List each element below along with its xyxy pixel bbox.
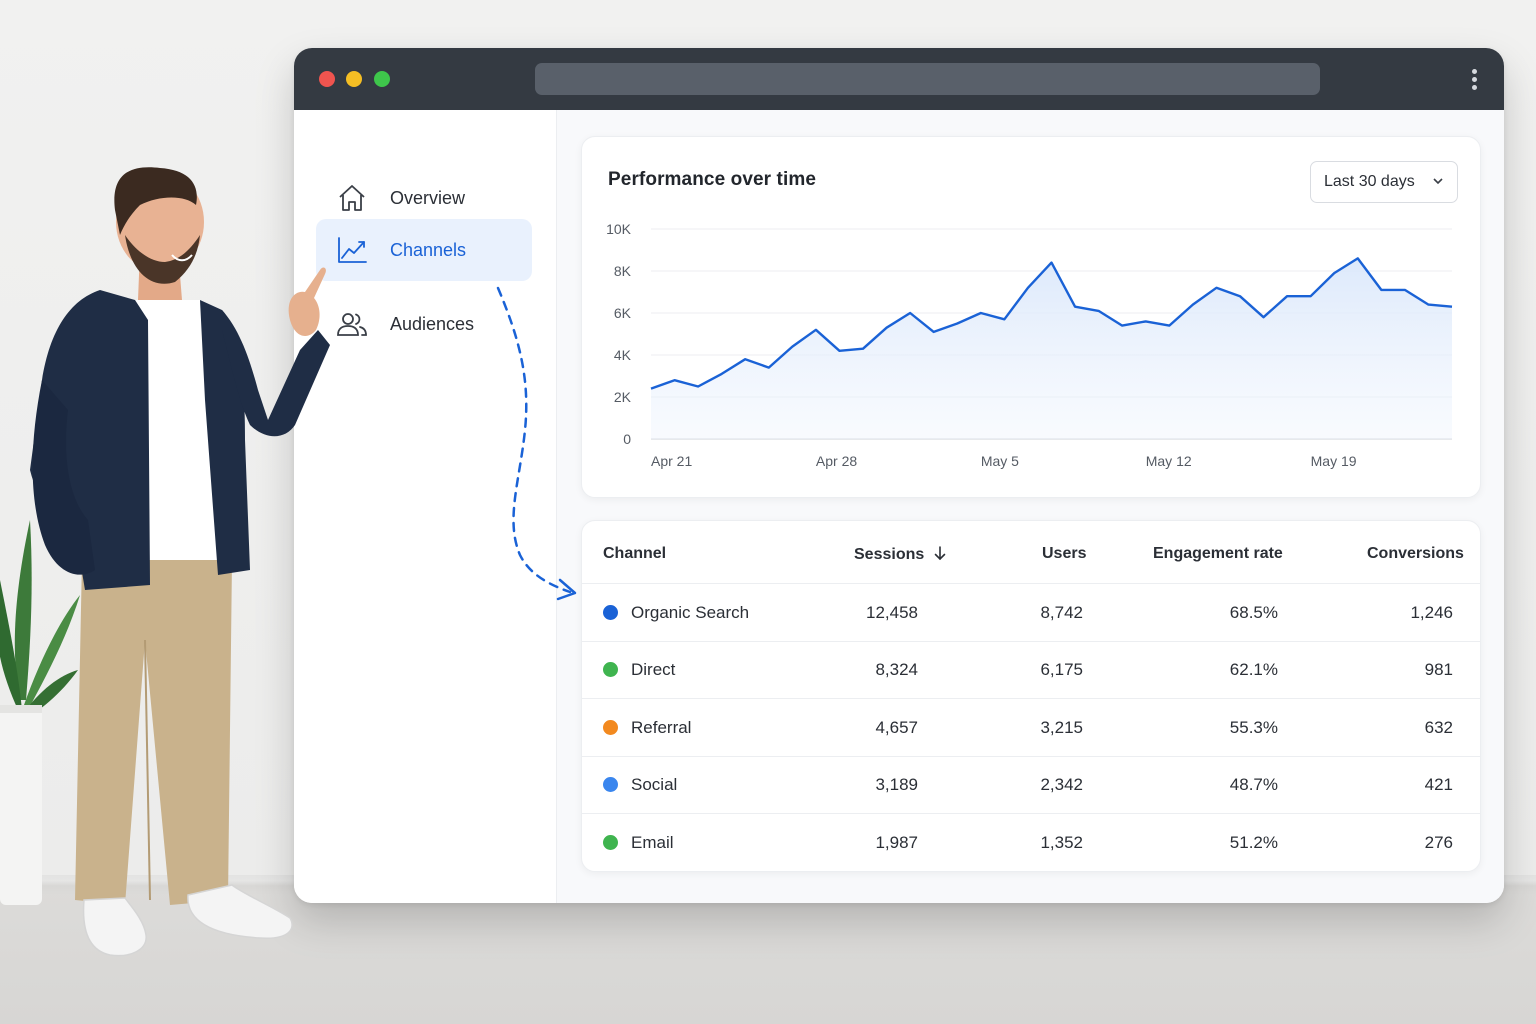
channels-table: Channel Sessions Users Engagement rate C… bbox=[581, 520, 1481, 872]
y-tick-label: 2K bbox=[614, 389, 632, 405]
x-tick-label: Apr 21 bbox=[651, 453, 692, 469]
cell-users: 3,215 bbox=[1040, 717, 1083, 737]
maximize-window-button[interactable] bbox=[374, 71, 390, 87]
person-illustration bbox=[30, 167, 330, 957]
y-tick-label: 0 bbox=[623, 431, 631, 447]
channel-color-dot bbox=[603, 605, 618, 620]
cell-conversions: 632 bbox=[1424, 717, 1453, 737]
channel-color-dot bbox=[603, 662, 618, 678]
cell-engagement-rate: 62.1% bbox=[1229, 660, 1278, 680]
cell-channel: Organic Search bbox=[631, 603, 750, 622]
column-header-users[interactable]: Users bbox=[1042, 545, 1086, 563]
cell-engagement-rate: 51.2% bbox=[1229, 832, 1278, 852]
y-tick-label: 6K bbox=[614, 305, 632, 321]
channel-color-dot bbox=[603, 834, 618, 850]
cell-channel: Social bbox=[631, 775, 678, 795]
table-row[interactable]: Direct 8,324 6,175 62.1% 981 bbox=[582, 641, 1480, 700]
performance-chart-card: Performance over time Last 30 days 0 2K 4K… bbox=[581, 136, 1481, 498]
cell-users: 6,175 bbox=[1040, 660, 1083, 680]
table-row[interactable]: Email 1,987 1,352 51.2% 276 bbox=[582, 814, 1480, 871]
x-tick-label: Apr 28 bbox=[816, 453, 857, 469]
table-row[interactable]: Organic Search 12,458 8,742 68.5% 1,246 bbox=[582, 584, 1480, 642]
address-bar[interactable] bbox=[535, 63, 1320, 95]
cell-users: 8,742 bbox=[1040, 603, 1083, 622]
sidebar-item-label: Audiences bbox=[390, 313, 475, 334]
cell-sessions: 8,324 bbox=[875, 660, 918, 680]
column-header-conversions[interactable]: Conversions bbox=[1367, 545, 1464, 563]
browser-titlebar bbox=[294, 48, 1504, 110]
table-row[interactable]: Referral 4,657 3,215 55.3% 632 bbox=[582, 699, 1480, 757]
cell-sessions: 3,189 bbox=[875, 775, 918, 795]
cell-channel: Email bbox=[631, 832, 674, 852]
sidebar-item-label: Overview bbox=[390, 187, 466, 208]
x-tick-label: May 5 bbox=[981, 453, 1019, 469]
table-row[interactable]: Social 3,189 2,342 48.7% 421 bbox=[582, 756, 1480, 815]
cell-sessions: 12,458 bbox=[866, 603, 918, 622]
cell-sessions: 1,987 bbox=[875, 832, 918, 852]
cell-channel: Referral bbox=[631, 717, 692, 737]
cell-channel: Direct bbox=[631, 660, 676, 680]
y-tick-label: 8K bbox=[614, 263, 632, 279]
y-tick-label: 4K bbox=[614, 347, 632, 363]
cell-users: 2,342 bbox=[1040, 775, 1083, 795]
browser-window: Overview Channels Audiences Performance … bbox=[294, 48, 1504, 903]
cell-engagement-rate: 55.3% bbox=[1229, 717, 1278, 737]
chart-area-fill bbox=[651, 258, 1452, 439]
x-tick-label: May 12 bbox=[1146, 453, 1192, 469]
cell-conversions: 276 bbox=[1424, 832, 1453, 852]
y-tick-label: 10K bbox=[606, 221, 632, 237]
column-header-sessions[interactable]: Sessions bbox=[854, 545, 947, 564]
table-header: Channel Sessions Users Engagement rate C… bbox=[582, 521, 1480, 584]
column-header-engagement-rate[interactable]: Engagement rate bbox=[1153, 545, 1283, 563]
cell-conversions: 981 bbox=[1424, 660, 1453, 680]
sort-descending-icon bbox=[934, 546, 946, 561]
cell-conversions: 1,246 bbox=[1410, 603, 1453, 622]
cell-engagement-rate: 68.5% bbox=[1229, 603, 1278, 622]
main-content: Performance over time Last 30 days 0 2K 4K… bbox=[557, 110, 1504, 903]
channel-color-dot bbox=[603, 719, 618, 735]
sidebar-item-label: Channels bbox=[390, 239, 467, 260]
x-tick-label: May 19 bbox=[1311, 453, 1357, 469]
browser-menu-icon[interactable] bbox=[1472, 69, 1478, 91]
column-header-channel[interactable]: Channel bbox=[603, 545, 666, 563]
cell-users: 1,352 bbox=[1040, 832, 1083, 852]
cell-sessions: 4,657 bbox=[875, 717, 918, 737]
channel-color-dot bbox=[603, 777, 618, 793]
cell-conversions: 421 bbox=[1424, 775, 1453, 795]
cell-engagement-rate: 48.7% bbox=[1229, 775, 1278, 795]
performance-line-chart: 0 2K 4K 6K 8K 10K Apr 21 Apr 28 May 5 May 12 May 1… bbox=[606, 221, 1453, 469]
